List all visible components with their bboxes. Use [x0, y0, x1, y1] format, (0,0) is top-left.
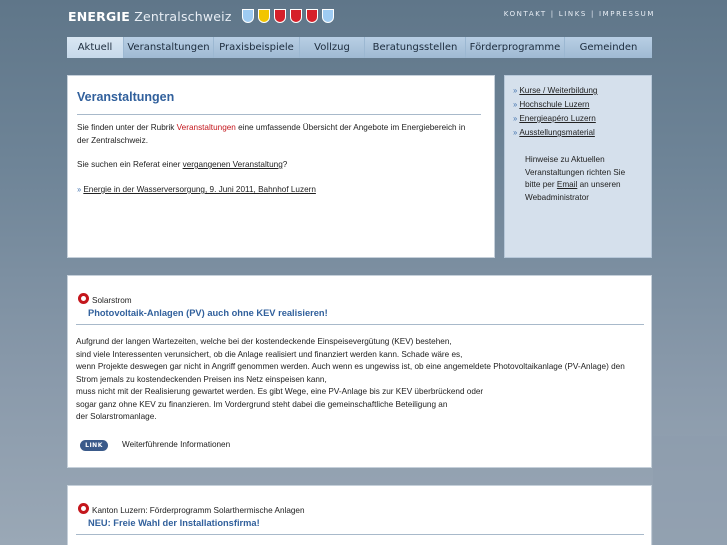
sidebar-item-energieapero[interactable]: ›› Energieapéro Luzern: [513, 112, 597, 126]
news-divider: [76, 324, 644, 325]
sidebar-note: Hinweise zu Aktuellen Veranstaltungen ri…: [525, 155, 626, 202]
crest-obwalden-icon: [289, 9, 302, 23]
nav-aktuell[interactable]: Aktuell: [67, 37, 123, 58]
news-item-solarthermie: Kanton Luzern: Förderprogramm Solartherm…: [67, 485, 652, 545]
crest-schwyz-icon: [273, 9, 286, 23]
double-chevron-icon: ››: [513, 114, 517, 123]
nav-beratungsstellen[interactable]: Beratungsstellen: [365, 37, 465, 58]
referat-paragraph: Sie suchen ein Referat einer vergangenen…: [77, 160, 288, 169]
topnav-links[interactable]: LINKS: [559, 10, 587, 18]
news-category: Kanton Luzern: Förderprogramm Solartherm…: [92, 506, 305, 515]
topnav-separator: |: [550, 10, 555, 18]
event-item: ›› Energie in der Wasserversorgung, 9. Ju…: [77, 184, 487, 197]
crest-nidwalden-icon: [305, 9, 318, 23]
nav-vollzug[interactable]: Vollzug: [300, 37, 364, 58]
top-nav: KONTAKT | LINKS | IMPRESSUM: [504, 10, 655, 18]
topnav-kontakt[interactable]: KONTAKT: [504, 10, 547, 18]
canton-crests: [241, 9, 334, 23]
news-category: Solarstrom: [92, 296, 132, 305]
nav-gemeinden[interactable]: Gemeinden: [565, 37, 652, 58]
title-divider: [77, 114, 481, 115]
news-item-solarstrom: Solarstrom Photovoltaik-Anlagen (PV) auc…: [67, 275, 652, 468]
red-bullet-icon: [78, 503, 89, 514]
more-info-link[interactable]: Weiterführende Informationen: [122, 439, 230, 452]
news-body: Aufgrund der langen Wartezeiten, welche …: [76, 337, 625, 421]
main-nav: Aktuell Veranstaltungen Praxisbeispiele …: [67, 37, 652, 58]
nav-praxisbeispiele[interactable]: Praxisbeispiele: [214, 37, 299, 58]
crest-luzern-icon: [241, 9, 254, 23]
sidebar-panel: ›› Kurse / Weiterbildung ›› Hochschule Luz…: [504, 75, 652, 258]
nav-veranstaltungen[interactable]: Veranstaltungen: [124, 37, 213, 58]
double-chevron-icon: ››: [513, 100, 517, 109]
double-chevron-icon: ››: [513, 86, 517, 95]
past-events-link[interactable]: vergangenen Veranstaltung: [183, 160, 283, 169]
page-title: Veranstaltungen: [77, 90, 175, 104]
logo-text: ENERGIE Zentralschweiz: [68, 8, 232, 24]
red-bullet-icon: [78, 293, 89, 304]
crest-zug-icon: [321, 9, 334, 23]
sidebar-item-kurse[interactable]: ›› Kurse / Weiterbildung: [513, 84, 597, 98]
sidebar-links: ›› Kurse / Weiterbildung ›› Hochschule Luz…: [513, 84, 597, 140]
site-logo[interactable]: ENERGIE Zentralschweiz: [68, 8, 334, 24]
event-link[interactable]: Energie in der Wasserversorgung, 9. Juni…: [83, 185, 316, 194]
nav-foerderprogramme[interactable]: Förderprogramme: [466, 37, 564, 58]
veranstaltungen-link[interactable]: Veranstaltungen: [177, 123, 236, 132]
link-badge[interactable]: LINK: [80, 440, 108, 451]
sidebar-item-hochschule[interactable]: ›› Hochschule Luzern: [513, 98, 597, 112]
crest-uri-icon: [257, 9, 270, 23]
topnav-separator: |: [590, 10, 595, 18]
topnav-impressum[interactable]: IMPRESSUM: [599, 10, 655, 18]
double-chevron-icon: ››: [513, 128, 517, 137]
news-title[interactable]: NEU: Freie Wahl der Installationsfirma!: [88, 518, 260, 528]
double-chevron-icon: ››: [77, 185, 81, 194]
intro-paragraph: Sie finden unter der Rubrik Veranstaltun…: [77, 123, 466, 145]
news-divider: [76, 534, 644, 535]
background-shade: [653, 436, 727, 545]
sidebar-item-ausstellungsmaterial[interactable]: ›› Ausstellungsmaterial: [513, 126, 597, 140]
main-panel: Veranstaltungen Sie finden unter der Rub…: [67, 75, 495, 258]
email-link[interactable]: Email: [557, 180, 577, 189]
news-title[interactable]: Photovoltaik-Anlagen (PV) auch ohne KEV …: [88, 308, 328, 318]
